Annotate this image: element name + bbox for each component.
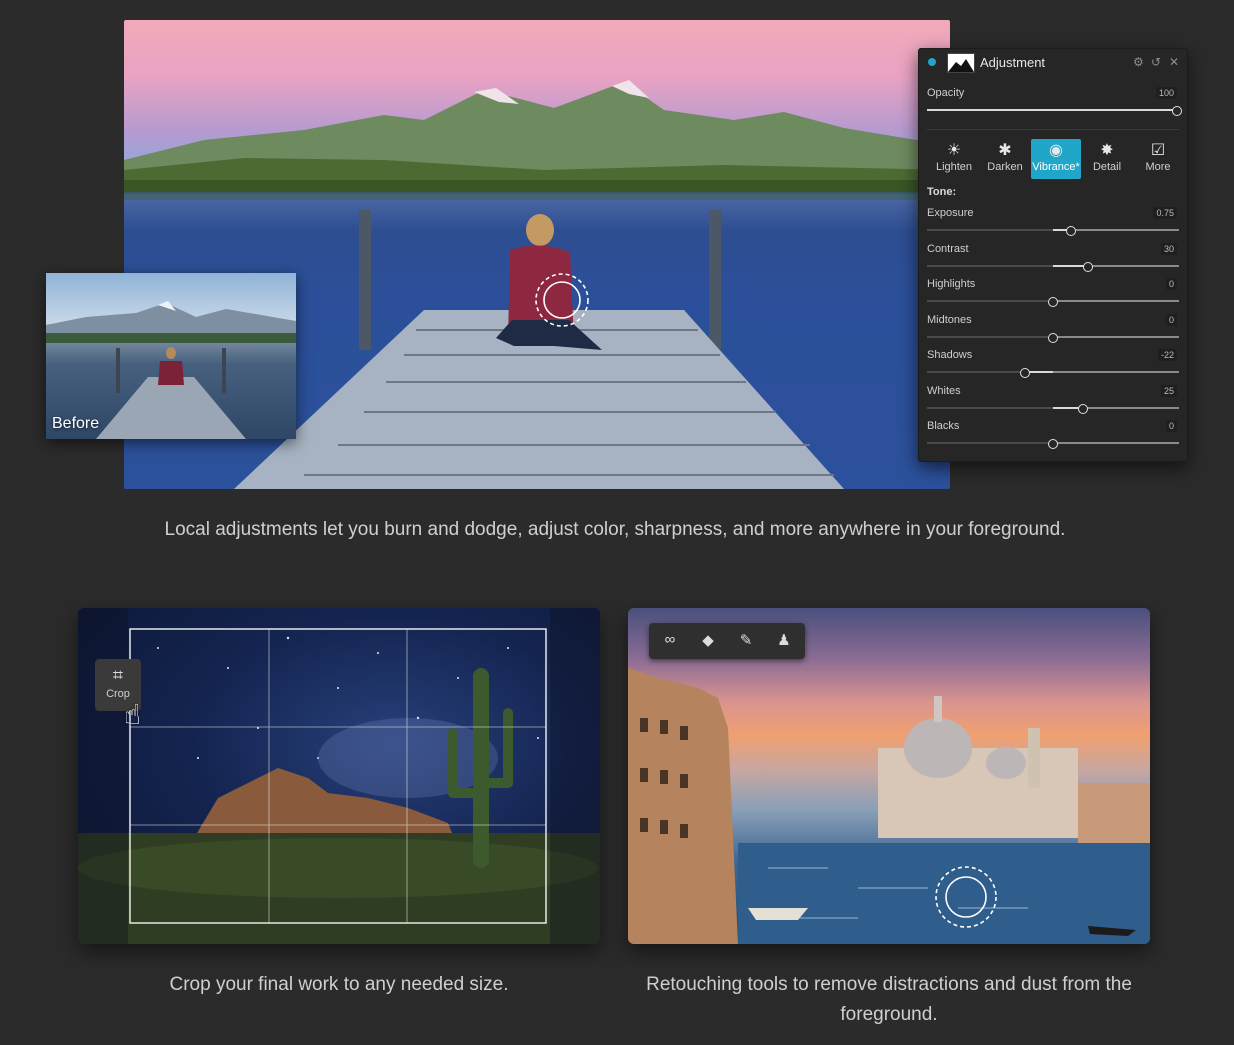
slider-value-midtones[interactable]: 0	[1165, 313, 1177, 326]
crop-icon: ⌗	[112, 665, 124, 685]
slider-contrast[interactable]	[927, 261, 1179, 272]
gear-icon[interactable]: ⚙	[1133, 55, 1144, 69]
tool-detail[interactable]: ✸ Detail	[1082, 139, 1132, 179]
retouch-example-image: ∞ ◆ ✎ ♟	[628, 608, 1150, 944]
slider-knob[interactable]	[1048, 439, 1058, 449]
slider-label-midtones: Midtones	[927, 313, 972, 326]
slider-label-highlights: Highlights	[927, 278, 976, 290]
slider-knob[interactable]	[1083, 261, 1094, 272]
slider-value-exposure[interactable]: 0.75	[1153, 207, 1177, 219]
slider-track-right	[1070, 229, 1179, 231]
slider-value-contrast[interactable]: 30	[1160, 242, 1177, 255]
more-checkbox-icon: ☑	[1150, 142, 1166, 159]
opacity-slider-knob[interactable]	[1172, 106, 1182, 116]
slider-label-exposure: Exposure	[927, 207, 974, 219]
tool-more[interactable]: ☑ More	[1133, 139, 1183, 179]
slider-track-right	[1053, 335, 1179, 338]
stamp-icon[interactable]: ♟	[773, 631, 795, 651]
local-adjustments-caption: Local adjustments let you burn and dodge…	[164, 519, 1066, 540]
tool-label: Detail	[1092, 161, 1122, 173]
slider-value-shadows[interactable]: -22	[1157, 349, 1177, 361]
crop-caption: Crop your final work to any needed size.	[169, 974, 509, 995]
sun-icon: ☀	[946, 142, 962, 159]
slider-knob[interactable]	[1065, 226, 1076, 236]
tool-label: Vibrance*	[1032, 161, 1080, 173]
opacity-slider-fill	[927, 109, 1179, 111]
slider-midtones[interactable]	[927, 332, 1179, 343]
before-label: Before	[52, 415, 100, 432]
tone-heading: Tone:	[927, 186, 957, 198]
crop-example-image: ⌗ Crop ☝	[78, 608, 600, 944]
detail-icon: ✸	[1100, 142, 1114, 159]
retouch-toolbar: ∞ ◆ ✎ ♟	[649, 623, 805, 659]
slider-track-right	[1088, 264, 1179, 267]
slider-exposure[interactable]	[927, 226, 1179, 236]
slider-knob[interactable]	[1020, 368, 1031, 378]
layer-visibility-dot[interactable]	[928, 58, 936, 66]
slider-knob[interactable]	[1048, 332, 1058, 343]
slider-knob[interactable]	[1048, 297, 1058, 307]
opacity-slider[interactable]	[927, 106, 1182, 116]
tool-vibrance[interactable]: ◉ Vibrance*	[1031, 139, 1081, 179]
hand-cursor-icon: ☝	[124, 699, 142, 730]
slider-value-highlights[interactable]: 0	[1165, 278, 1177, 290]
before-thumbnail: Before	[46, 273, 296, 439]
slider-knob[interactable]	[1078, 403, 1089, 414]
reset-icon[interactable]: ↺	[1151, 55, 1161, 69]
slider-whites[interactable]	[927, 403, 1179, 414]
slider-value-blacks[interactable]: 0	[1165, 420, 1177, 432]
divider	[927, 129, 1179, 130]
slider-track-right	[1083, 406, 1179, 409]
slider-label-blacks: Blacks	[927, 420, 960, 432]
slider-track-right	[1053, 300, 1179, 302]
slider-track-right	[1053, 442, 1179, 444]
tool-darken[interactable]: ✱ Darken	[980, 139, 1030, 179]
slider-label-shadows: Shadows	[927, 349, 973, 361]
opacity-label: Opacity	[927, 87, 965, 99]
darken-icon: ✱	[998, 142, 1012, 159]
color-wheel-icon: ◉	[1049, 142, 1063, 159]
link-icon[interactable]: ∞	[659, 631, 681, 651]
brush-icon[interactable]: ✎	[735, 631, 757, 651]
tool-label: More	[1145, 161, 1171, 173]
slider-track-right	[1053, 371, 1179, 373]
slider-highlights[interactable]	[927, 297, 1179, 307]
slider-label-whites: Whites	[927, 384, 961, 397]
panel-title: Adjustment	[980, 55, 1046, 70]
slider-value-whites[interactable]: 25	[1160, 384, 1177, 397]
mask-thumbnail[interactable]	[947, 53, 975, 73]
slider-blacks[interactable]	[927, 439, 1179, 449]
tool-label: Darken	[987, 161, 1023, 173]
eraser-icon[interactable]: ◆	[697, 631, 719, 651]
adjustment-panel: Adjustment ⚙ ↺ ✕ Opacity 100 ☀ Lighten ✱ Da…	[918, 48, 1188, 462]
panel-header: Adjustment ⚙ ↺ ✕	[919, 49, 1187, 77]
retouch-caption: Retouching tools to remove distractions …	[646, 974, 1132, 1025]
tool-lighten[interactable]: ☀ Lighten	[929, 139, 979, 179]
slider-label-contrast: Contrast	[927, 242, 969, 255]
close-icon[interactable]: ✕	[1169, 55, 1179, 69]
tool-label: Lighten	[935, 161, 973, 173]
slider-shadows[interactable]	[927, 368, 1179, 378]
opacity-value[interactable]: 100	[1155, 87, 1177, 99]
